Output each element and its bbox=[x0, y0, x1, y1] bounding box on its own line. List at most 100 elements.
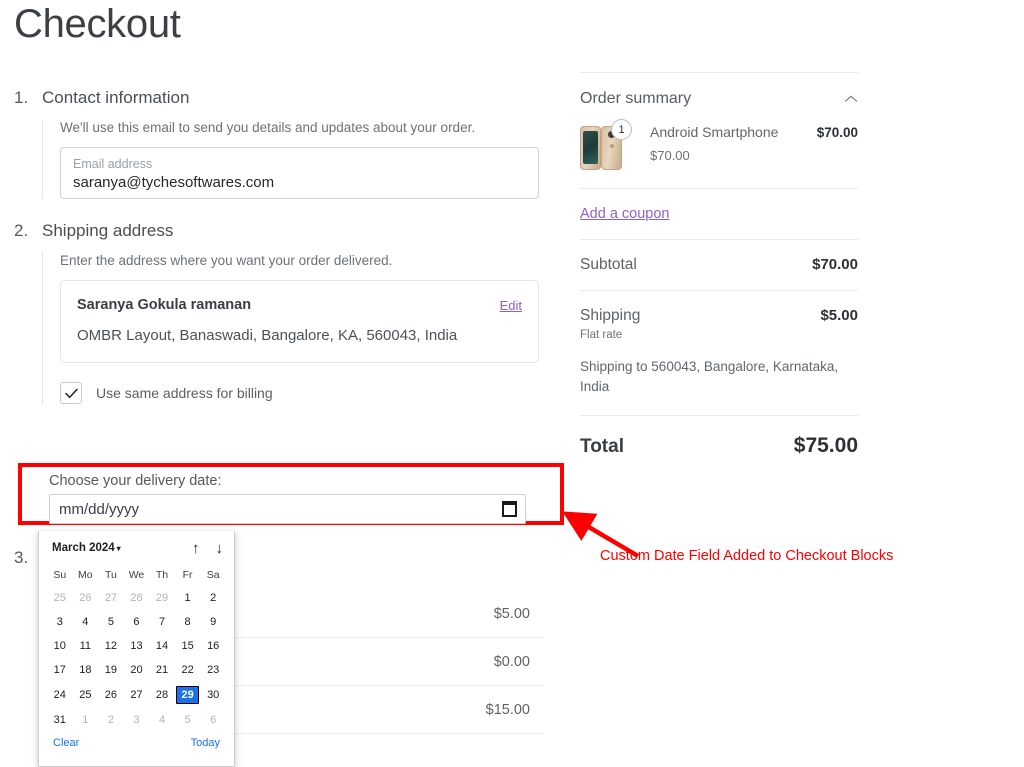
email-field-value: saranya@tychesoftwares.com bbox=[73, 172, 526, 193]
weekday-label: Mo bbox=[73, 566, 99, 586]
subtotal-row: Subtotal $70.00 bbox=[580, 240, 858, 290]
email-field[interactable]: Email address saranya@tychesoftwares.com bbox=[60, 147, 539, 199]
order-line-item: 1 Android Smartphone $70.00 $70.00 bbox=[580, 118, 858, 188]
date-picker-clear-button[interactable]: Clear bbox=[53, 737, 79, 749]
checkout-steps-column: 1. Contact information We'll use this em… bbox=[14, 88, 544, 404]
date-picker-day[interactable]: 10 bbox=[47, 634, 73, 658]
date-picker-day[interactable]: 2 bbox=[98, 708, 124, 732]
step-2-heading: 2. Shipping address bbox=[14, 221, 544, 241]
delivery-date-input[interactable]: mm/dd/yyyy bbox=[49, 494, 526, 524]
date-picker-footer: Clear Today bbox=[47, 732, 226, 749]
edit-address-link[interactable]: Edit bbox=[500, 298, 522, 313]
date-picker-day[interactable]: 3 bbox=[47, 610, 73, 634]
date-picker-day[interactable]: 21 bbox=[149, 658, 175, 682]
coupon-section: Add a coupon bbox=[580, 189, 858, 239]
date-picker-day[interactable]: 11 bbox=[73, 634, 99, 658]
date-picker-day[interactable]: 9 bbox=[200, 610, 226, 634]
date-picker-day[interactable]: 4 bbox=[73, 610, 99, 634]
date-picker-day[interactable]: 22 bbox=[175, 658, 201, 682]
weekday-label: We bbox=[124, 566, 150, 586]
date-picker-day[interactable]: 1 bbox=[73, 708, 99, 732]
calendar-icon[interactable] bbox=[502, 501, 517, 517]
shipping-destination-text: Shipping to 560043, Bangalore, Karnataka… bbox=[580, 357, 858, 397]
total-label: Total bbox=[580, 436, 624, 458]
shipping-option-price: $0.00 bbox=[494, 654, 530, 670]
date-picker-day[interactable]: 30 bbox=[200, 682, 226, 708]
chevron-down-icon: ▾ bbox=[117, 544, 121, 553]
delivery-date-label: Choose your delivery date: bbox=[49, 473, 546, 489]
step-1-description: We'll use this email to send you details… bbox=[60, 120, 544, 135]
date-picker-day[interactable]: 27 bbox=[124, 682, 150, 708]
date-picker-day[interactable]: 1 bbox=[175, 586, 201, 610]
subtotal-label: Subtotal bbox=[580, 256, 637, 274]
order-summary-header[interactable]: Order summary bbox=[580, 73, 858, 118]
date-picker-day[interactable]: 31 bbox=[47, 708, 73, 732]
check-icon bbox=[65, 388, 78, 399]
prev-month-arrow-icon[interactable]: ↑ bbox=[192, 541, 200, 556]
date-picker-month-label: March 2024 bbox=[52, 542, 115, 554]
shipping-address-line: OMBR Layout, Banaswadi, Bangalore, KA, 5… bbox=[77, 327, 522, 344]
date-picker-day[interactable]: 15 bbox=[175, 634, 201, 658]
date-picker-week-row: 31123456 bbox=[47, 708, 226, 732]
annotation-text: Custom Date Field Added to Checkout Bloc… bbox=[600, 548, 893, 564]
date-picker-day[interactable]: 28 bbox=[124, 586, 150, 610]
shipping-method-label: Flat rate bbox=[580, 329, 858, 341]
billing-same-address-row[interactable]: Use same address for billing bbox=[60, 382, 544, 404]
custom-delivery-date-block: Choose your delivery date: mm/dd/yyyy bbox=[18, 463, 564, 525]
step-contact-information: 1. Contact information We'll use this em… bbox=[14, 88, 544, 199]
next-month-arrow-icon[interactable]: ↓ bbox=[216, 541, 224, 556]
date-picker-day[interactable]: 3 bbox=[124, 708, 150, 732]
date-picker-month-selector[interactable]: March 2024▾ bbox=[52, 542, 121, 554]
phone-front-icon bbox=[580, 126, 601, 170]
weekday-label: Tu bbox=[98, 566, 124, 586]
shipping-value: $5.00 bbox=[820, 307, 858, 324]
date-picker-day[interactable]: 29 bbox=[175, 682, 201, 708]
billing-same-address-label: Use same address for billing bbox=[96, 385, 273, 401]
shipping-option-price: $5.00 bbox=[494, 606, 530, 622]
product-total-price: $70.00 bbox=[817, 125, 858, 140]
total-row: Total $75.00 bbox=[580, 416, 858, 458]
date-picker-day[interactable]: 19 bbox=[98, 658, 124, 682]
add-coupon-link[interactable]: Add a coupon bbox=[580, 206, 670, 222]
date-picker-day[interactable]: 17 bbox=[47, 658, 73, 682]
product-thumbnail: 1 bbox=[580, 124, 636, 170]
date-picker-day[interactable]: 18 bbox=[73, 658, 99, 682]
date-picker-day[interactable]: 5 bbox=[175, 708, 201, 732]
step-2-title: Shipping address bbox=[42, 221, 173, 241]
date-picker-day[interactable]: 2 bbox=[200, 586, 226, 610]
billing-same-address-checkbox[interactable] bbox=[60, 382, 82, 404]
date-picker-day[interactable]: 20 bbox=[124, 658, 150, 682]
date-picker-day[interactable]: 7 bbox=[149, 610, 175, 634]
page-title: Checkout bbox=[14, 2, 181, 47]
date-picker-day[interactable]: 16 bbox=[200, 634, 226, 658]
date-picker-day[interactable]: 27 bbox=[98, 586, 124, 610]
step-2-number: 2. bbox=[14, 221, 32, 241]
date-picker-day[interactable]: 24 bbox=[47, 682, 73, 708]
date-picker-day[interactable]: 25 bbox=[73, 682, 99, 708]
date-picker-day[interactable]: 26 bbox=[73, 586, 99, 610]
shipping-row: Shipping $5.00 bbox=[580, 291, 858, 325]
step-2-description: Enter the address where you want your or… bbox=[60, 253, 544, 268]
date-picker-day[interactable]: 8 bbox=[175, 610, 201, 634]
subtotal-value: $70.00 bbox=[812, 256, 858, 273]
shipping-label: Shipping bbox=[580, 307, 640, 325]
date-picker-day[interactable]: 5 bbox=[98, 610, 124, 634]
date-picker-day[interactable]: 28 bbox=[149, 682, 175, 708]
date-picker-day[interactable]: 14 bbox=[149, 634, 175, 658]
step-1-body: We'll use this email to send you details… bbox=[42, 120, 544, 199]
date-picker-day[interactable]: 6 bbox=[124, 610, 150, 634]
date-picker-selected-day[interactable]: 29 bbox=[176, 686, 198, 704]
date-picker-day[interactable]: 12 bbox=[98, 634, 124, 658]
date-picker-day[interactable]: 25 bbox=[47, 586, 73, 610]
order-summary-title: Order summary bbox=[580, 90, 691, 108]
date-picker-day[interactable]: 29 bbox=[149, 586, 175, 610]
date-picker-today-button[interactable]: Today bbox=[191, 737, 220, 749]
date-picker-day[interactable]: 6 bbox=[200, 708, 226, 732]
date-picker-popup[interactable]: March 2024▾ ↑ ↓ Su Mo Tu We Th Fr Sa 252… bbox=[38, 531, 235, 767]
date-picker-day[interactable]: 13 bbox=[124, 634, 150, 658]
date-picker-day[interactable]: 26 bbox=[98, 682, 124, 708]
date-picker-day[interactable]: 23 bbox=[200, 658, 226, 682]
delivery-date-placeholder: mm/dd/yyyy bbox=[59, 501, 139, 518]
date-picker-day[interactable]: 4 bbox=[149, 708, 175, 732]
chevron-up-icon[interactable] bbox=[844, 95, 858, 103]
